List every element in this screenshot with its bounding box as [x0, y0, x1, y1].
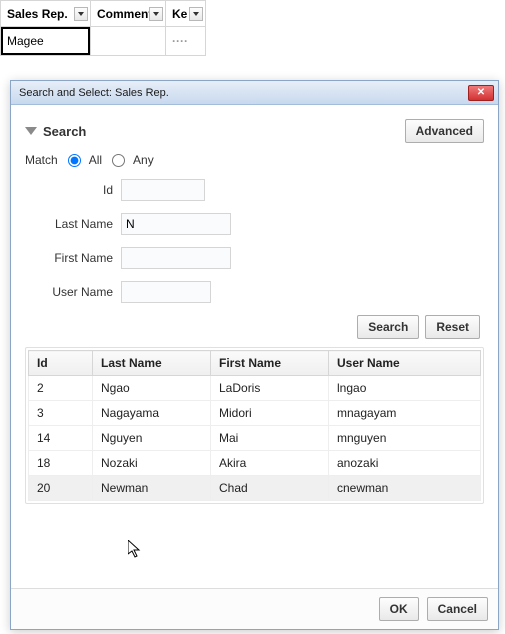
reset-button[interactable]: Reset — [425, 315, 480, 339]
table-row[interactable]: 14 Nguyen Mai mnguyen — [29, 426, 481, 451]
first-name-input[interactable] — [121, 247, 231, 269]
search-select-dialog: Search and Select: Sales Rep. ✕ Search A… — [10, 80, 499, 630]
sales-rep-cell-input[interactable] — [1, 27, 90, 55]
results-table: Id Last Name First Name User Name 2 Ngao… — [28, 350, 481, 501]
table-row[interactable]: 18 Nozaki Akira anozaki — [29, 451, 481, 476]
dropdown-icon[interactable] — [189, 7, 203, 21]
search-disclosure[interactable]: Search — [25, 124, 86, 139]
table-row[interactable]: 3 Nagayama Midori mnagayam — [29, 401, 481, 426]
mouse-cursor-icon — [128, 540, 144, 560]
match-all-label: All — [89, 153, 102, 167]
col-first-name[interactable]: First Name — [211, 351, 329, 376]
cancel-button[interactable]: Cancel — [427, 597, 488, 621]
user-name-label: User Name — [25, 285, 121, 299]
dropdown-icon[interactable] — [149, 7, 163, 21]
results-panel: Id Last Name First Name User Name 2 Ngao… — [25, 347, 484, 504]
advanced-button[interactable]: Advanced — [405, 119, 484, 143]
match-any-radio[interactable] — [112, 154, 125, 167]
user-name-input[interactable] — [121, 281, 211, 303]
search-button[interactable]: Search — [357, 315, 419, 339]
id-label: Id — [25, 183, 121, 197]
ke-cell[interactable]: ···· — [166, 27, 206, 56]
dialog-title: Search and Select: Sales Rep. — [19, 87, 468, 99]
match-row: Match All Any — [25, 153, 484, 167]
close-button[interactable]: ✕ — [468, 85, 494, 101]
match-any-label: Any — [133, 153, 154, 167]
col-user-name[interactable]: User Name — [329, 351, 481, 376]
ok-button[interactable]: OK — [379, 597, 419, 621]
col-comments[interactable]: Comments — [91, 1, 166, 27]
dialog-footer: OK Cancel — [11, 588, 498, 629]
col-last-name[interactable]: Last Name — [93, 351, 211, 376]
close-icon: ✕ — [477, 87, 485, 98]
table-row[interactable]: 2 Ngao LaDoris lngao — [29, 376, 481, 401]
col-sales-rep[interactable]: Sales Rep. — [1, 1, 91, 27]
table-row[interactable]: 20 Newman Chad cnewman — [29, 476, 481, 501]
col-id[interactable]: Id — [29, 351, 93, 376]
id-input[interactable] — [121, 179, 205, 201]
col-sales-rep-label: Sales Rep. — [7, 7, 68, 21]
first-name-label: First Name — [25, 251, 121, 265]
last-name-label: Last Name — [25, 217, 121, 231]
background-grid: Sales Rep. Comments Ke ···· — [0, 0, 206, 56]
match-label: Match — [25, 153, 58, 167]
match-all-radio[interactable] — [68, 154, 81, 167]
comments-cell[interactable] — [91, 27, 166, 56]
dialog-body: Search Advanced Match All Any Id Last Na… — [11, 105, 498, 588]
last-name-input[interactable] — [121, 213, 231, 235]
dialog-titlebar[interactable]: Search and Select: Sales Rep. ✕ — [11, 81, 498, 105]
dropdown-icon[interactable] — [74, 7, 88, 21]
col-ke-label: Ke — [172, 7, 187, 21]
col-ke[interactable]: Ke — [166, 1, 206, 27]
search-section-label: Search — [43, 124, 86, 139]
disclosure-triangle-icon — [25, 127, 37, 135]
